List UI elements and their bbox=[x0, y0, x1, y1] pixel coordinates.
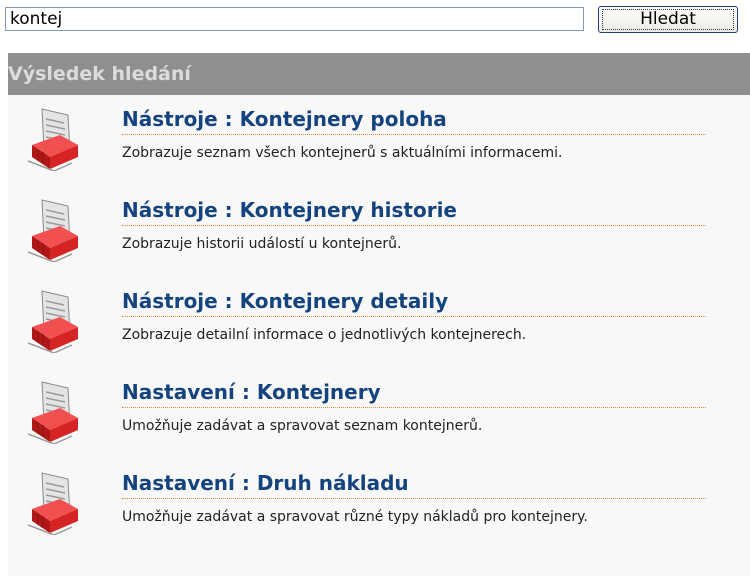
search-bar: Hledat bbox=[0, 0, 750, 50]
result-title-link[interactable]: Nastavení : Druh nákladu bbox=[122, 471, 706, 499]
search-button-label: Hledat bbox=[602, 9, 734, 30]
search-input[interactable] bbox=[5, 7, 584, 31]
result-item: Nastavení : Druh nákladu Umožňuje zadáva… bbox=[8, 459, 750, 550]
result-description: Umožňuje zadávat a spravovat různé typy … bbox=[122, 509, 588, 525]
result-description: Zobrazuje seznam všech kontejnerů s aktu… bbox=[122, 145, 563, 161]
result-item: Nastavení : Kontejnery Umožňuje zadávat … bbox=[8, 368, 750, 459]
result-title-link[interactable]: Nástroje : Kontejnery detaily bbox=[122, 289, 706, 317]
result-item: Nástroje : Kontejnery poloha Zobrazuje s… bbox=[8, 95, 750, 186]
result-title-link[interactable]: Nastavení : Kontejnery bbox=[122, 380, 706, 408]
document-container-icon bbox=[28, 472, 78, 535]
results-header: Výsledek hledání bbox=[8, 53, 750, 95]
results-panel: Výsledek hledání Nástroje : Kontejnery p… bbox=[8, 53, 750, 576]
results-header-title: Výsledek hledání bbox=[8, 63, 191, 85]
document-container-icon bbox=[28, 290, 78, 353]
document-container-icon bbox=[28, 381, 78, 444]
document-container-icon bbox=[28, 108, 78, 171]
result-item: Nástroje : Kontejnery detaily Zobrazuje … bbox=[8, 277, 750, 368]
result-title-link[interactable]: Nástroje : Kontejnery poloha bbox=[122, 107, 706, 135]
search-button[interactable]: Hledat bbox=[598, 6, 738, 33]
result-description: Umožňuje zadávat a spravovat seznam kont… bbox=[122, 418, 483, 434]
result-item: Nástroje : Kontejnery historie Zobrazuje… bbox=[8, 186, 750, 277]
result-description: Zobrazuje historii událostí u kontejnerů… bbox=[122, 236, 402, 252]
result-title-link[interactable]: Nástroje : Kontejnery historie bbox=[122, 198, 706, 226]
document-container-icon bbox=[28, 199, 78, 262]
result-description: Zobrazuje detailní informace o jednotliv… bbox=[122, 327, 527, 343]
